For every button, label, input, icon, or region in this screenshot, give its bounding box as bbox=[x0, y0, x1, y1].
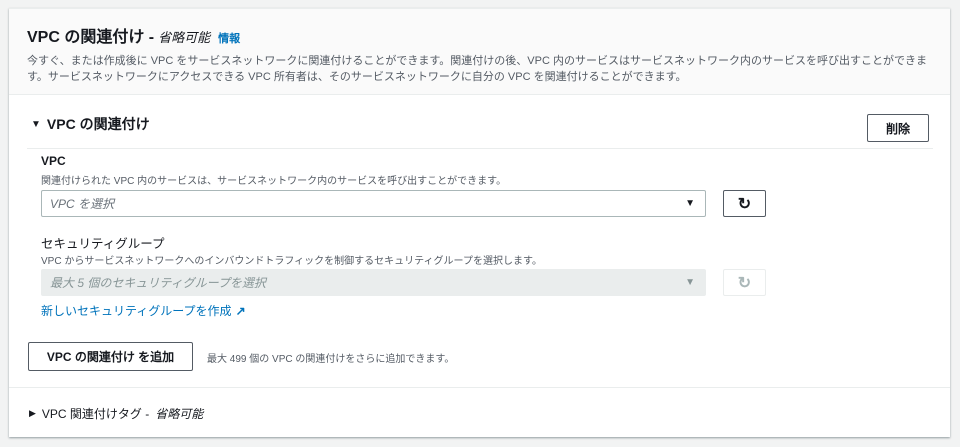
title-text: VPC の関連付け - bbox=[27, 29, 155, 46]
security-group-hint: VPC からサービスネットワークへのインバウンドトラフィックを制御するセキュリテ… bbox=[41, 256, 542, 267]
tags-label: VPC 関連付けタグ - bbox=[41, 407, 150, 421]
panel-title: VPC の関連付け - 省略可能 情報 bbox=[27, 23, 932, 47]
security-group-placeholder: 最大 5 個のセキュリティグループを選択 bbox=[50, 276, 266, 290]
vpc-hint: 関連付けられた VPC 内のサービスは、サービスネットワーク内のサービスを呼び出… bbox=[41, 176, 507, 187]
vpc-select[interactable]: VPC を選択 ▼ bbox=[41, 190, 706, 217]
association-toggle[interactable]: ▼ VPC の関連付け bbox=[31, 114, 150, 134]
caret-down-icon: ▼ bbox=[685, 198, 695, 209]
refresh-vpc-button[interactable]: ↻ bbox=[723, 190, 766, 217]
vpc-associations-panel: VPC の関連付け - 省略可能 情報 今すぐ、または作成後に VPC をサービ… bbox=[9, 8, 950, 437]
optional-label: 省略可能 bbox=[158, 30, 211, 45]
external-link-icon: ↗ bbox=[235, 303, 246, 318]
refresh-icon: ↻ bbox=[737, 195, 752, 213]
divider bbox=[27, 148, 933, 149]
add-vpc-association-button[interactable]: VPC の関連付け を追加 bbox=[28, 342, 193, 371]
tags-optional: 省略可能 bbox=[155, 407, 204, 421]
create-link-text: 新しいセキュリティグループを作成 bbox=[41, 304, 232, 318]
panel-header: VPC の関連付け - 省略可能 情報 今すぐ、または作成後に VPC をサービ… bbox=[9, 9, 950, 95]
panel-description: 今すぐ、または作成後に VPC をサービスネットワークに関連付けることができます… bbox=[27, 55, 927, 83]
divider bbox=[9, 387, 950, 388]
refresh-icon: ↻ bbox=[737, 274, 752, 292]
security-group-select[interactable]: 最大 5 個のセキュリティグループを選択 ▼ bbox=[41, 269, 706, 296]
create-security-group-link[interactable]: 新しいセキュリティグループを作成 ↗ bbox=[41, 302, 246, 319]
refresh-security-group-button[interactable]: ↻ bbox=[723, 269, 766, 296]
info-link[interactable]: 情報 bbox=[218, 30, 240, 46]
security-group-label: セキュリティグループ bbox=[41, 237, 165, 251]
vpc-label: VPC bbox=[41, 154, 66, 168]
tags-toggle[interactable]: ▶ VPC 関連付けタグ - 省略可能 bbox=[29, 405, 203, 422]
caret-down-icon: ▼ bbox=[685, 277, 695, 288]
add-note: 最大 499 個の VPC の関連付けをさらに追加できます。 bbox=[207, 354, 455, 365]
remove-button[interactable]: 削除 bbox=[867, 114, 929, 142]
caret-down-icon: ▼ bbox=[31, 118, 41, 130]
vpc-placeholder: VPC を選択 bbox=[50, 197, 115, 211]
association-title: VPC の関連付け bbox=[46, 116, 150, 132]
caret-right-icon: ▶ bbox=[29, 408, 36, 418]
